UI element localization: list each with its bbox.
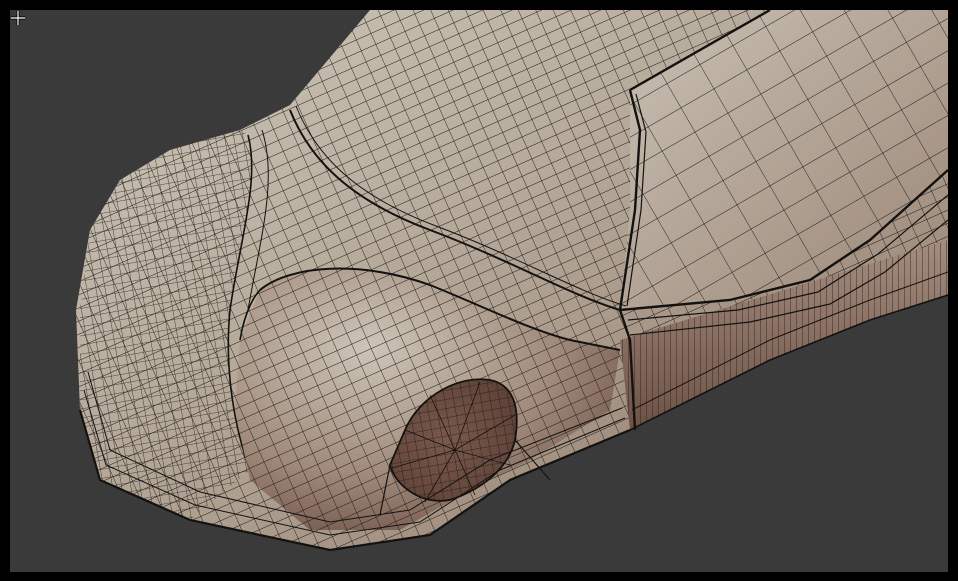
3d-viewport[interactable] [10, 10, 948, 572]
front-grille-wireframe [80, 130, 252, 520]
car-mesh-render [76, 10, 948, 552]
window-frame [0, 0, 958, 581]
